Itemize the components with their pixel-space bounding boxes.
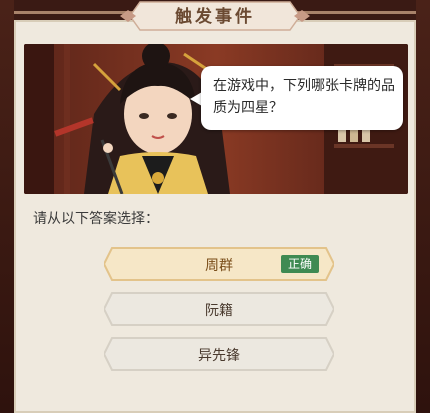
- answer-option-2-label: 阮籍: [205, 303, 233, 319]
- title-banner: 触发事件: [0, 0, 430, 32]
- page-title: 触发事件: [175, 7, 255, 27]
- answer-option-3-label: 异先锋: [198, 348, 240, 364]
- answer-option-2[interactable]: 阮籍: [104, 292, 334, 326]
- answer-option-3[interactable]: 异先锋: [104, 337, 334, 371]
- question-text: 在游戏中，下列哪张卡牌的品质为四星？: [213, 78, 395, 116]
- answer-prompt: 请从以下答案选择：: [33, 211, 159, 227]
- frame-left: [0, 0, 14, 413]
- speech-bubble: 在游戏中，下列哪张卡牌的品质为四星？: [201, 66, 403, 130]
- answer-option-1[interactable]: 周群 正确: [104, 247, 334, 281]
- correct-badge: 正确: [281, 255, 319, 273]
- frame-right: [416, 0, 430, 413]
